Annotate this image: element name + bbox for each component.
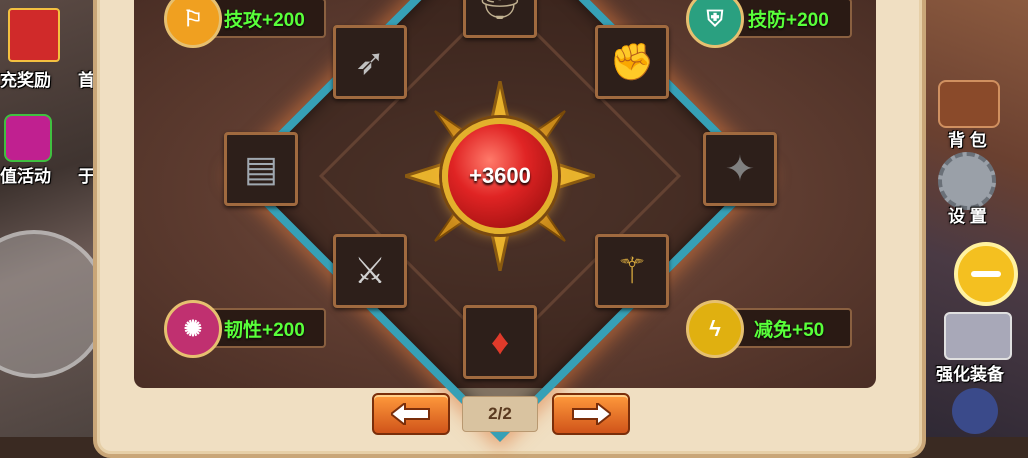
badge-reduction: ϟ 减免+50 xyxy=(686,300,852,358)
lightning-shield-icon: ϟ xyxy=(686,300,744,358)
slot-top-right-glove[interactable]: ✊ xyxy=(595,25,669,99)
badge-toughness-label: 韧性+200 xyxy=(224,319,305,341)
badge-reduction-label: 减免+50 xyxy=(754,319,825,341)
slot-top-helmet[interactable]: ⛑ xyxy=(463,0,537,38)
minimize-button[interactable] xyxy=(954,242,1018,306)
scepter-icon: ⚚ xyxy=(615,250,649,291)
burst-icon: ✺ xyxy=(164,300,222,358)
enhance-gun-icon[interactable] xyxy=(944,312,1012,360)
gauntlet-icon: ▤ xyxy=(243,148,278,189)
backpack-icon[interactable] xyxy=(938,80,1000,128)
prev-page-button[interactable] xyxy=(372,393,450,435)
dart-icon: ➶ xyxy=(354,41,386,82)
power-value: +3600 xyxy=(469,163,531,188)
next-page-button[interactable] xyxy=(552,393,630,435)
badge-skill-defense-label: 技防+200 xyxy=(748,9,829,31)
slot-bottom-right-scepter[interactable]: ⚚ xyxy=(595,234,669,308)
left-menu-label-1[interactable]: 充奖励 xyxy=(0,66,51,91)
enhance-label[interactable]: 强化装备 xyxy=(936,360,1004,385)
minus-icon xyxy=(971,271,1001,277)
slot-bottom-necklace[interactable]: ♦ xyxy=(463,305,537,379)
background-right: 背 包 设 置 强化装备 xyxy=(908,0,1028,437)
fur-armor-icon: ✦ xyxy=(724,148,756,189)
page-indicator: 2/2 xyxy=(462,396,538,432)
left-menu-label-2[interactable]: 值活动 xyxy=(0,162,51,187)
gift-envelope-icon[interactable] xyxy=(8,8,60,62)
joystick-base[interactable] xyxy=(0,230,108,378)
settings-label[interactable]: 设 置 xyxy=(948,202,987,227)
glove-icon: ✊ xyxy=(609,41,655,82)
badge-toughness: ✺ 韧性+200 xyxy=(164,300,326,358)
fist-icon[interactable] xyxy=(952,388,998,434)
event-gift-icon[interactable] xyxy=(4,114,52,162)
slot-top-left-dart[interactable]: ➶ xyxy=(333,25,407,99)
slot-left-gauntlet[interactable]: ▤ xyxy=(224,132,298,206)
badge-skill-attack-label: 技攻+200 xyxy=(224,9,305,31)
slot-right-armor[interactable]: ✦ xyxy=(703,132,777,206)
badge-skill-attack: ⚐ 技攻+200 xyxy=(164,0,326,48)
bag-label[interactable]: 背 包 xyxy=(948,126,987,151)
helmet-icon: ⛑ xyxy=(477,0,523,21)
necklace-icon: ♦ xyxy=(490,321,510,362)
arrow-right-icon xyxy=(572,403,611,425)
badge-skill-defense: ⛨ 技防+200 xyxy=(686,0,852,48)
arrow-left-icon xyxy=(391,403,430,425)
power-orb: +3600 xyxy=(442,118,558,234)
sword-icon: ⚔ xyxy=(353,250,387,291)
slot-bottom-left-sword[interactable]: ⚔ xyxy=(333,234,407,308)
